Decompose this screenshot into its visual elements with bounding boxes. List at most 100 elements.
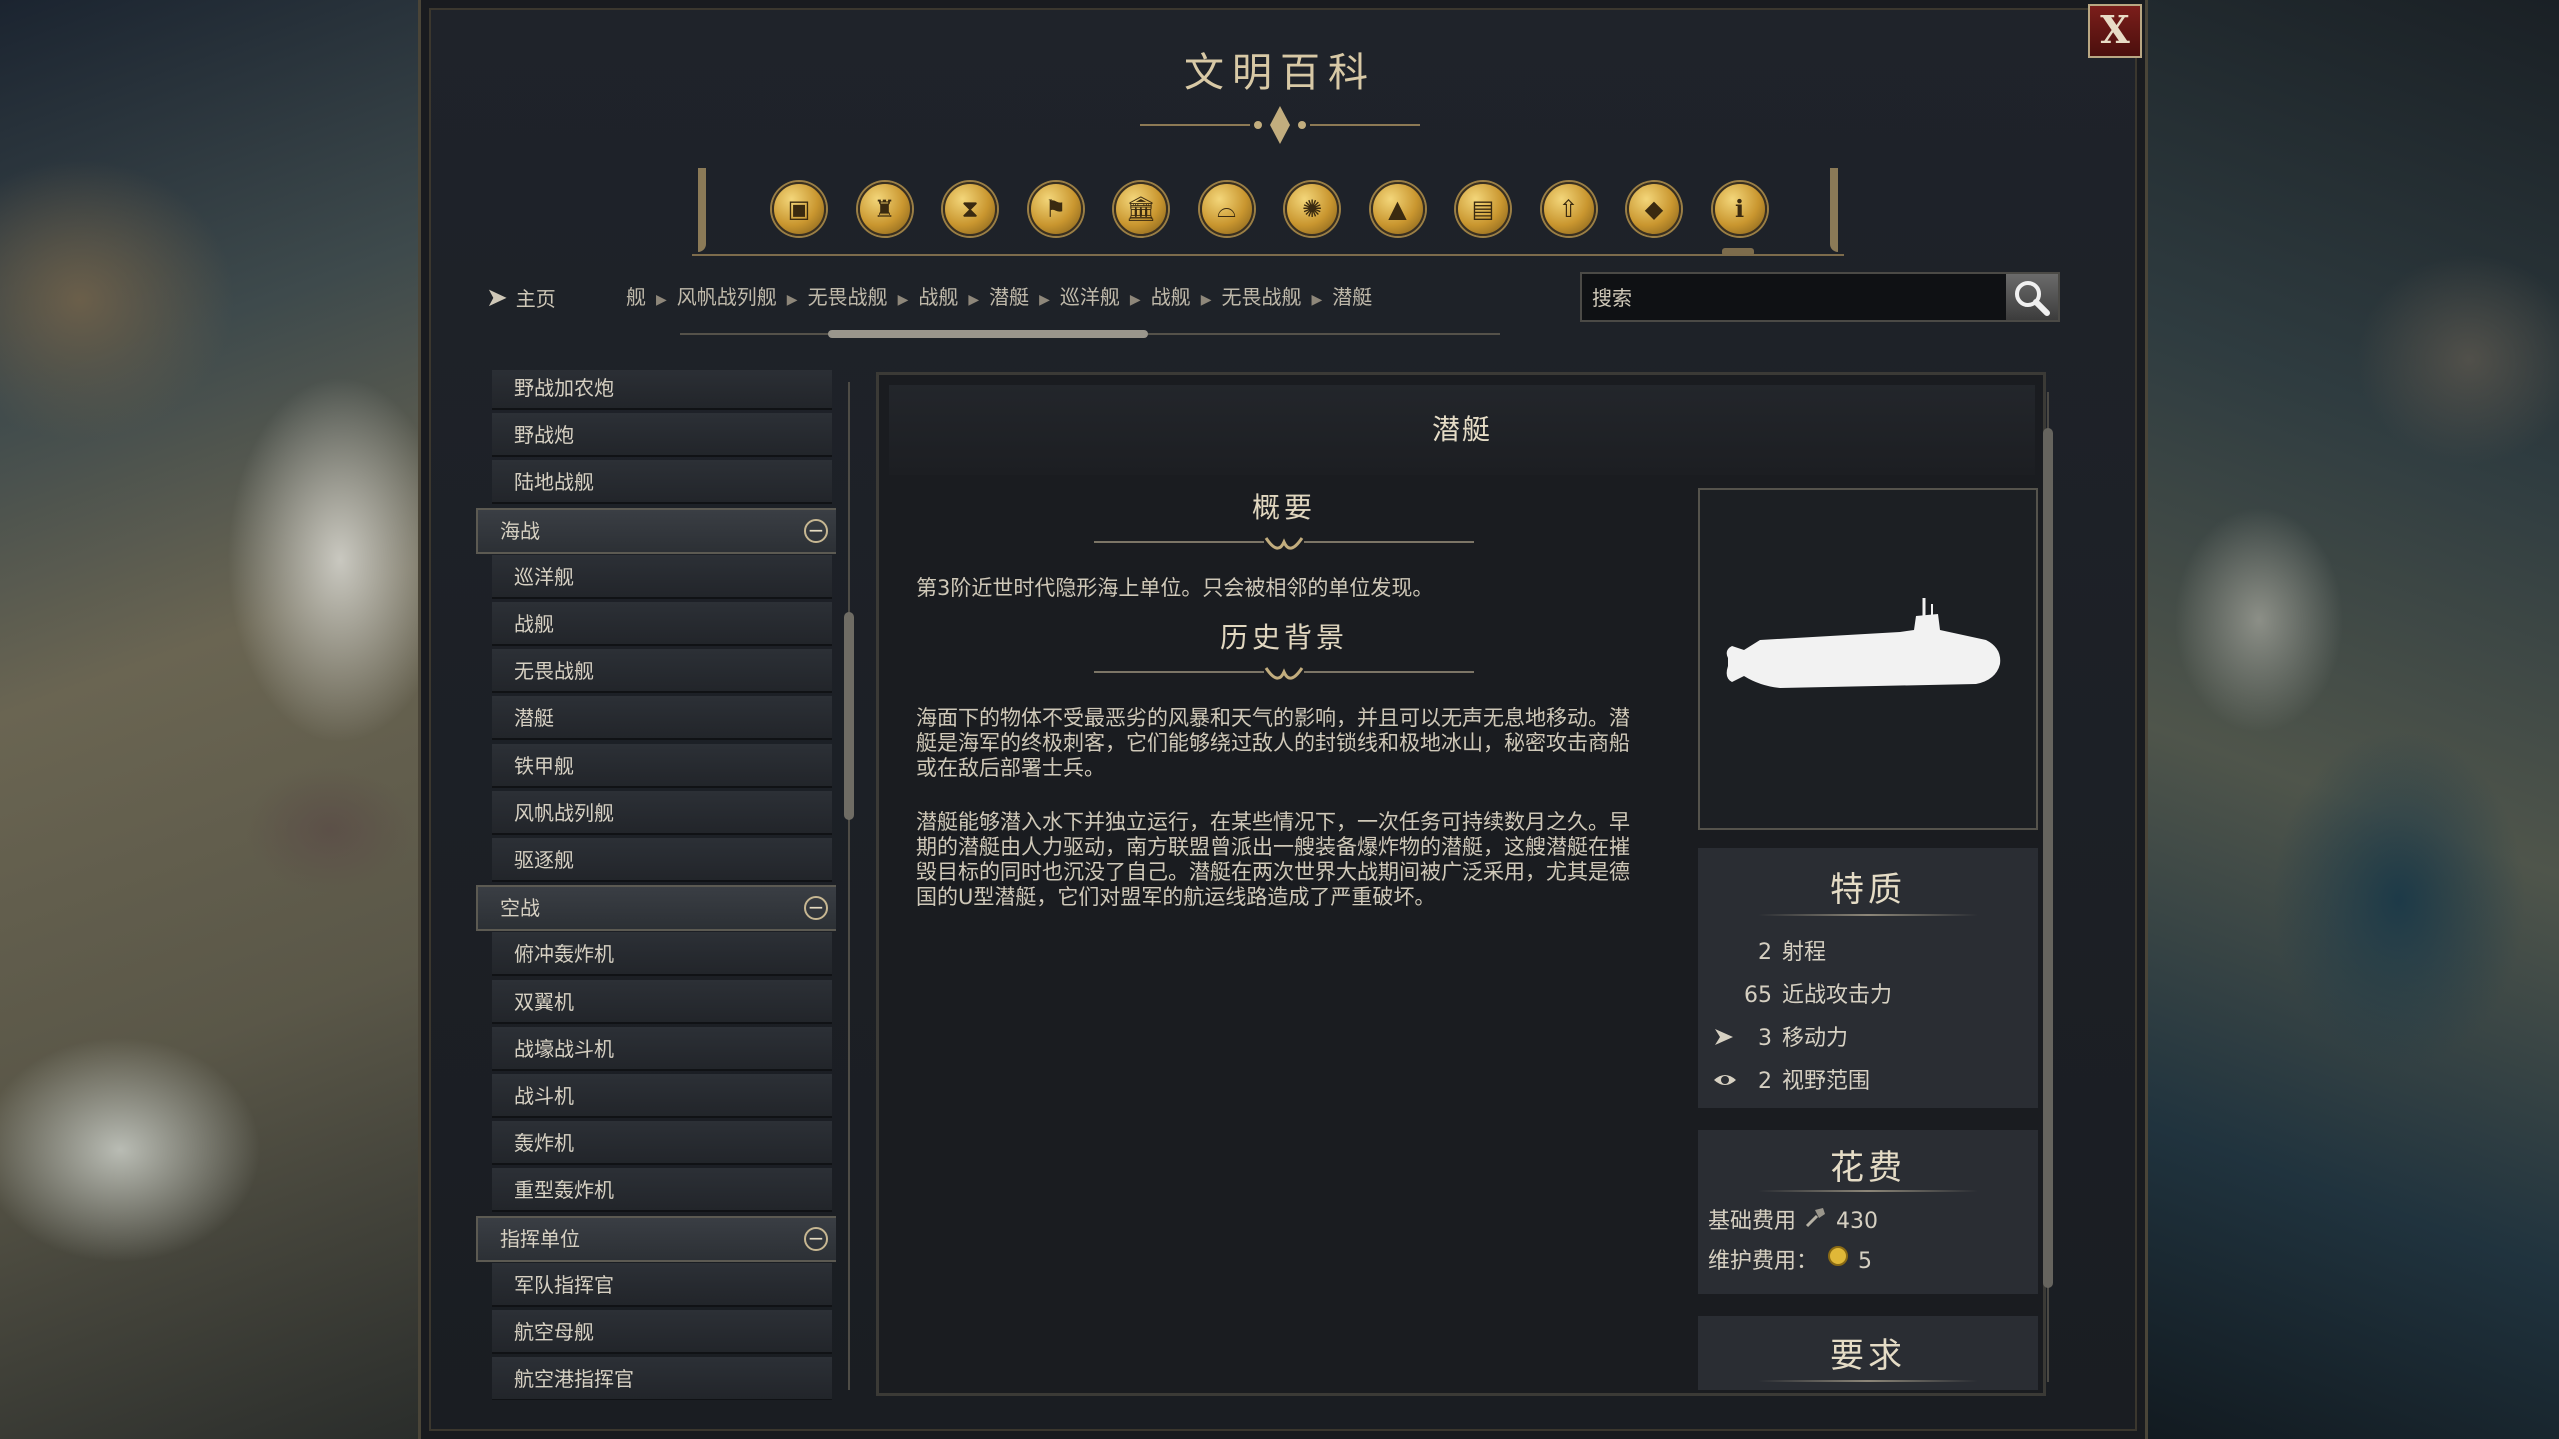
traits-card: 特质 2 射程 65 近战攻击力 3 移动力 2 视野范围 [1698, 848, 2038, 1108]
trait-label: 移动力 [1782, 1026, 1849, 1051]
category-selected-indicator [1722, 248, 1754, 256]
list-item[interactable]: 铁甲舰 [492, 743, 832, 788]
breadcrumb-separator-icon: ▶ [968, 292, 980, 308]
list-item-label: 驱逐舰 [514, 848, 574, 872]
resources-icon[interactable]: ◆ [1627, 182, 1681, 236]
breadcrumb-item[interactable]: 无畏战舰 [1221, 285, 1301, 309]
upkeep-cost-value: 5 [1858, 1249, 1873, 1274]
collapse-icon[interactable]: − [804, 518, 828, 543]
list-item[interactable]: 重型轰炸机 [492, 1168, 832, 1213]
list-group-header[interactable]: 海战 − [476, 507, 836, 554]
breadcrumb-separator-icon: ▶ [786, 292, 798, 308]
list-item[interactable]: 双翼机 [492, 979, 832, 1024]
list-item-label: 海战 [500, 518, 540, 543]
cost-rule [1758, 1190, 1978, 1192]
districts-icon[interactable]: ▤ [1456, 182, 1510, 236]
submarine-icon [1726, 598, 2001, 688]
terrain-icon[interactable]: ▲ [1370, 182, 1425, 236]
list-scroll-thumb[interactable] [844, 612, 854, 820]
list-item[interactable]: 野战加农炮 [492, 370, 832, 410]
list-item[interactable]: 军队指挥官 [492, 1262, 832, 1307]
trait-row: 65 近战攻击力 [1712, 981, 1892, 1011]
breadcrumb-item[interactable]: 风帆战列舰 [677, 285, 777, 309]
gold-coin-icon [1828, 1246, 1849, 1266]
movement-icon [1712, 1025, 1736, 1058]
list-scrollbar[interactable] [840, 372, 858, 1400]
trait-value: 65 [1744, 983, 1772, 1008]
list-item[interactable]: 战舰 [492, 602, 832, 646]
civilizations-icon[interactable]: ⚑ [1028, 182, 1083, 236]
breadcrumb-scroll-thumb[interactable] [828, 330, 1148, 338]
list-item[interactable]: 航空港指挥官 [492, 1357, 832, 1400]
breadcrumb: 舰 ▶ 风帆战列舰 ▶ 无畏战舰 ▶ 战舰 ▶ 潜艇 ▶ 巡洋舰 ▶ 战舰 ▶ 无畏战舰 ▶ 潜艇 [626, 280, 1506, 314]
list-item[interactable]: 战斗机 [492, 1074, 832, 1118]
breadcrumb-item[interactable]: 潜艇 [989, 285, 1029, 309]
breadcrumb-item[interactable]: 战舰 [1151, 285, 1191, 309]
breadcrumb-item[interactable]: 潜艇 [1332, 285, 1372, 309]
list-item[interactable]: 俯冲轰炸机 [492, 932, 832, 977]
units-icon[interactable]: ▣ [772, 182, 826, 236]
info-icon[interactable]: ℹ [1712, 182, 1767, 236]
list-item-label: 潜艇 [514, 706, 554, 731]
improvements-icon[interactable]: ⌓ [1199, 182, 1254, 236]
game-map-left [0, 0, 420, 1439]
home-link[interactable]: ➤ 主页 [486, 282, 556, 314]
base-cost-value: 430 [1836, 1209, 1879, 1234]
breadcrumb-separator-icon: ▶ [1039, 292, 1050, 308]
list-item[interactable]: 无畏战舰 [492, 649, 832, 694]
list-item-label: 无畏战舰 [514, 659, 594, 684]
upgrades-icon[interactable]: ⇧ [1541, 182, 1596, 236]
trait-row: 2 视野范围 [1712, 1067, 1870, 1097]
search-box [1580, 272, 2060, 322]
list-item[interactable]: 野战炮 [492, 413, 832, 458]
history-title: 历史背景 [1219, 621, 1348, 654]
list-item[interactable]: 航空母舰 [492, 1310, 832, 1354]
history-paragraph-2: 潜艇能够潜入水下并独立运行，在某些情况下，一次任务可持续数月之久。早期的潜艇由人… [916, 810, 1630, 909]
breadcrumb-item[interactable]: 无畏战舰 [808, 285, 888, 309]
requirements-card[interactable]: 要求 [1698, 1316, 2038, 1390]
search-button[interactable] [2006, 274, 2058, 320]
base-cost-row: 基础费用 430 [1708, 1204, 1878, 1234]
breadcrumb-item[interactable]: 舰 [626, 285, 646, 309]
list-scroll-track [848, 382, 850, 1390]
history-ornament [1094, 667, 1474, 680]
trait-label: 射程 [1782, 940, 1827, 965]
search-input[interactable] [1590, 282, 1994, 314]
close-button[interactable]: X [2088, 4, 2142, 58]
trait-label: 近战攻击力 [1782, 983, 1893, 1008]
breadcrumb-separator-icon: ▶ [1129, 292, 1141, 308]
collapse-icon[interactable]: − [804, 1226, 828, 1251]
breadcrumb-item[interactable]: 战舰 [918, 285, 958, 309]
list-item[interactable]: 驱逐舰 [492, 838, 832, 882]
list-group-header[interactable]: 指挥单位 − [476, 1215, 836, 1262]
list-item[interactable]: 陆地战舰 [492, 460, 832, 505]
eras-icon[interactable]: ⧗ [943, 182, 997, 236]
summary-title: 概要 [1251, 491, 1316, 524]
buildings-icon[interactable]: 🏛 [1114, 182, 1168, 236]
improvements-icon-glyph: ⌓ [1217, 195, 1236, 223]
trait-value: 3 [1758, 1026, 1772, 1051]
breadcrumb-item[interactable]: 巡洋舰 [1060, 285, 1120, 309]
wonders-icon[interactable]: ♜ [857, 182, 912, 236]
list-item[interactable]: 巡洋舰 [492, 554, 832, 599]
base-cost-label: 基础费用 [1708, 1209, 1797, 1234]
detail-scrollbar[interactable] [2040, 376, 2056, 1396]
list-item-label: 重型轰炸机 [514, 1178, 614, 1203]
list-item[interactable]: 风帆战列舰 [492, 790, 832, 835]
upkeep-cost-row: 维护费用： 5 [1708, 1244, 1872, 1274]
list-group-header[interactable]: 空战 − [476, 885, 836, 932]
requirements-rule [1758, 1380, 1978, 1382]
technologies-icon[interactable]: ✺ [1285, 182, 1339, 236]
category-bar: ▣ ♜ ⧗ ⚑ 🏛 ⌓ ✺ ▲ ▤ ⇧ ◆ ℹ [692, 168, 1844, 256]
list-item[interactable]: 轰炸机 [492, 1121, 832, 1166]
breadcrumb-scrollbar[interactable] [660, 328, 1540, 340]
cost-title: 花费 [1830, 1148, 1906, 1188]
history-paragraph-1: 海面下的物体不受最恶劣的风暴和天气的影响，并且可以无声无息地移动。潜艇是海军的终… [916, 706, 1630, 780]
list-item[interactable]: 战壕战斗机 [492, 1026, 832, 1071]
list-item[interactable]: 潜艇 [492, 696, 832, 741]
list-item-label: 野战加农炮 [514, 376, 614, 400]
collapse-icon[interactable]: − [804, 896, 828, 921]
detail-scroll-thumb[interactable] [2043, 428, 2053, 1288]
search-icon [2015, 281, 2050, 316]
breadcrumb-separator-icon: ▶ [897, 292, 909, 308]
